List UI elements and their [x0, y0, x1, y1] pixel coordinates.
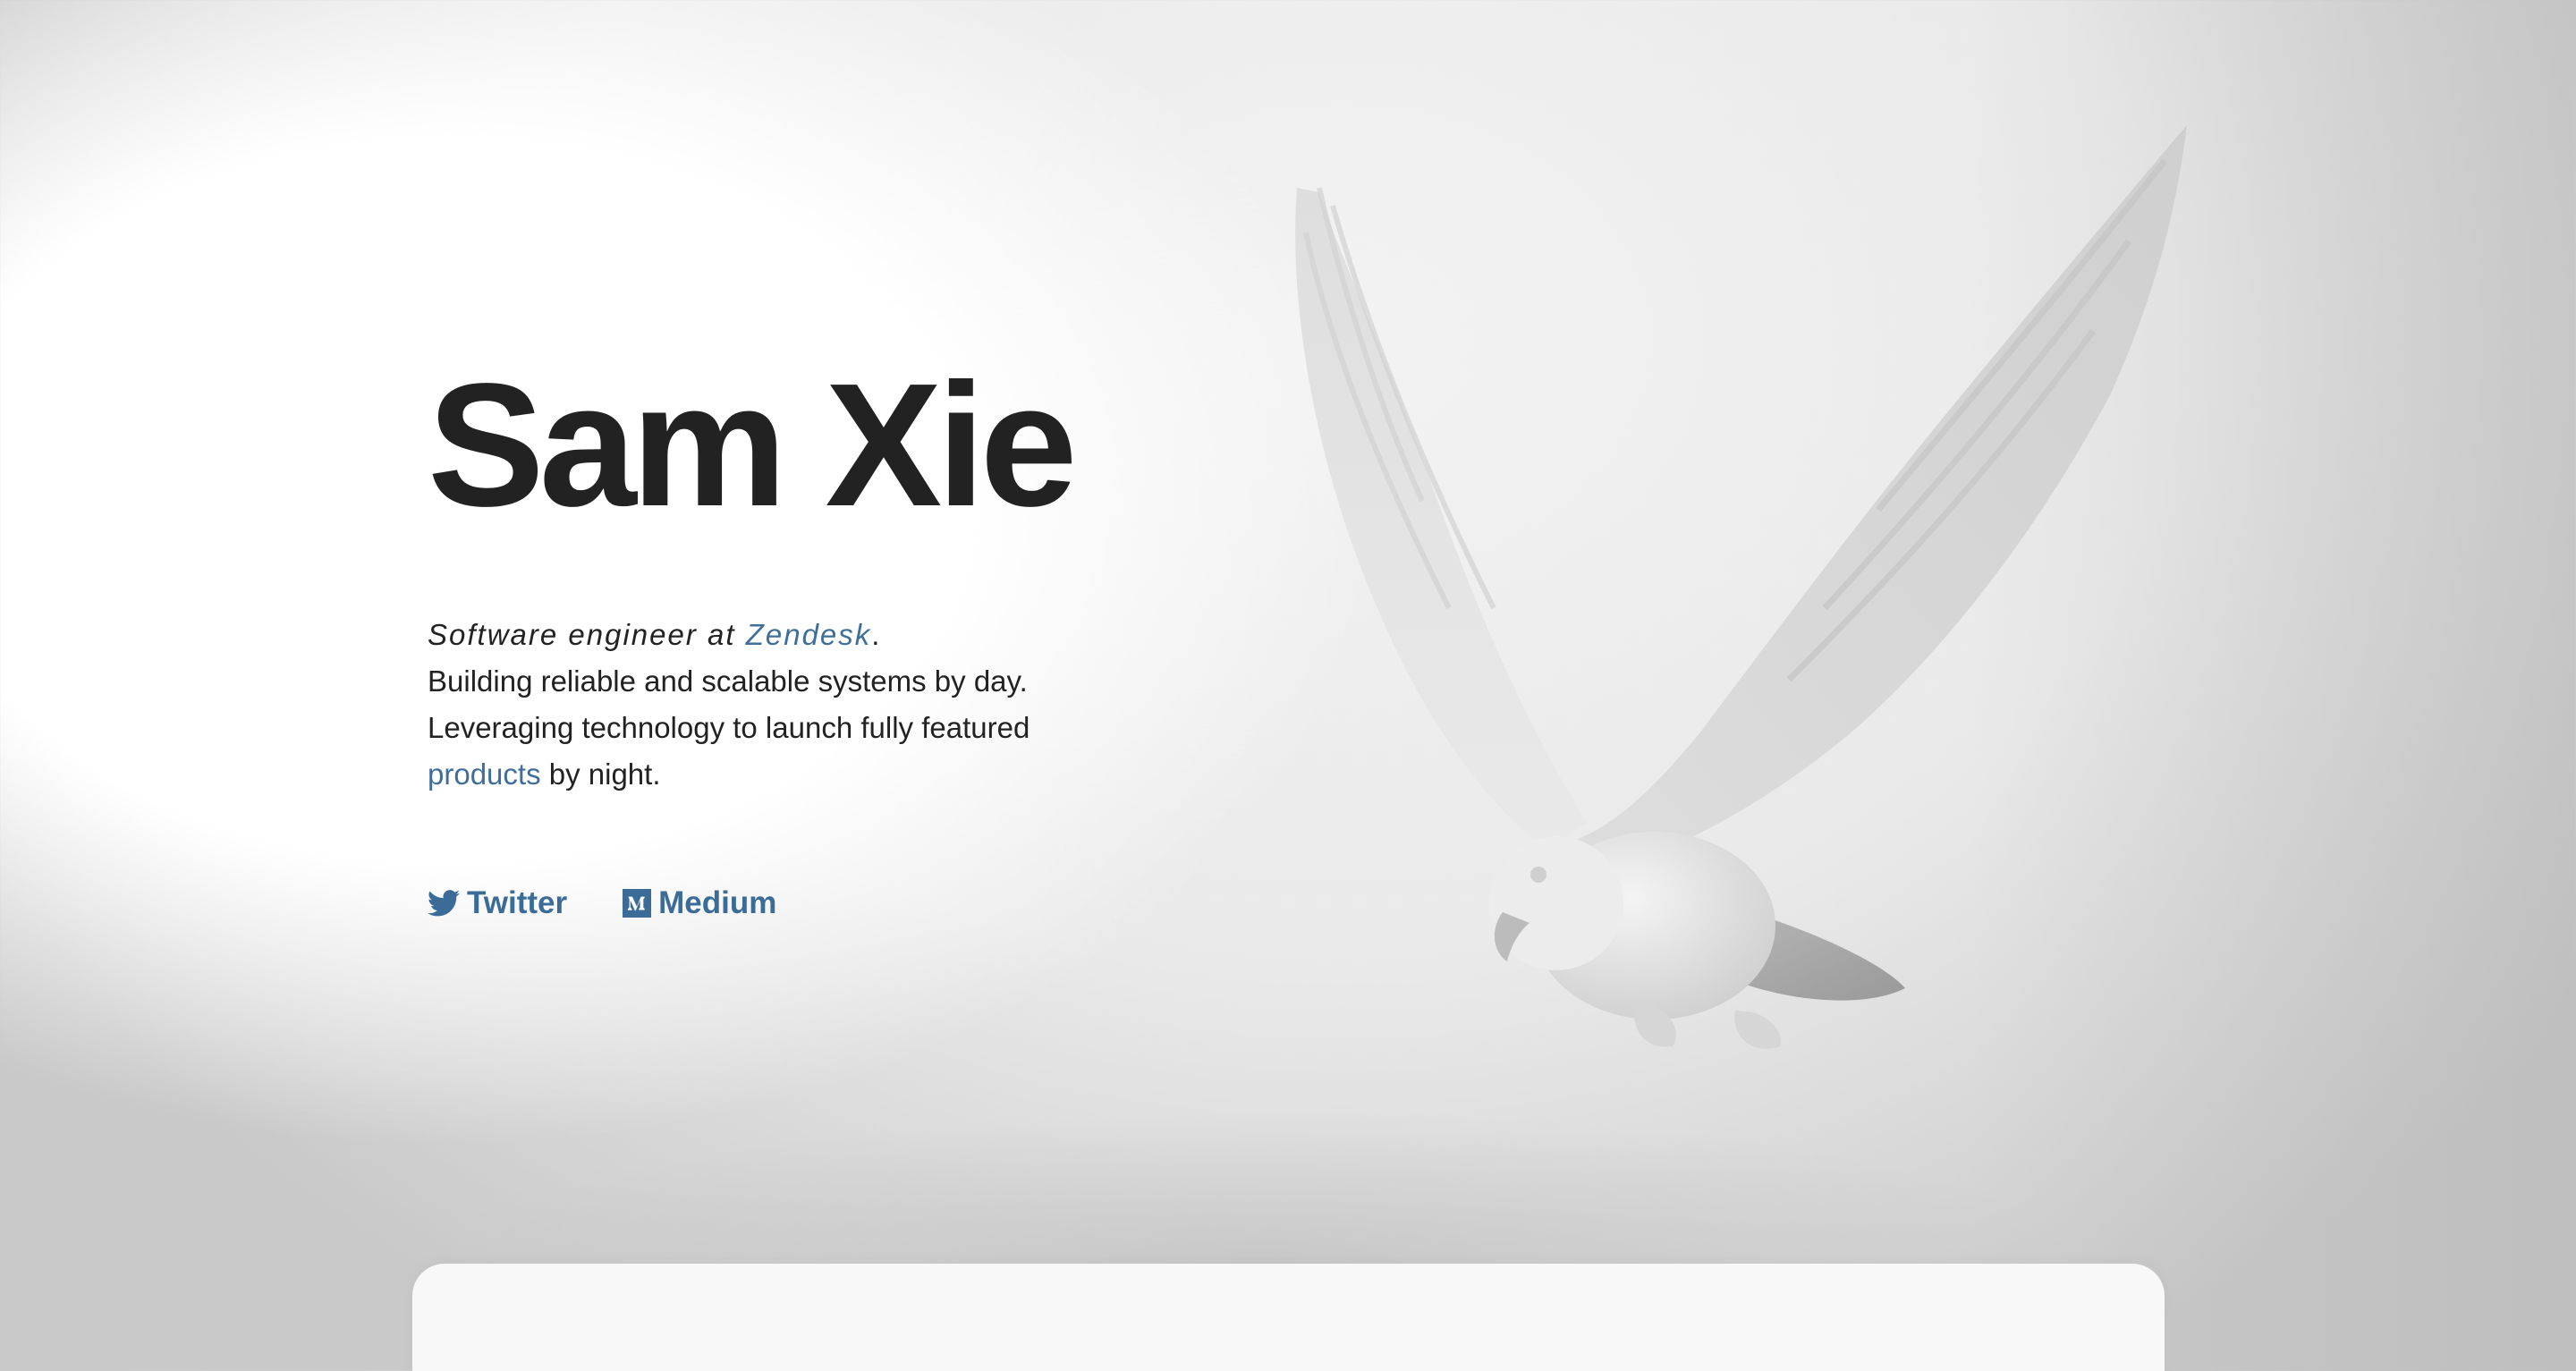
role-suffix: . [871, 618, 880, 651]
products-link[interactable]: products [428, 757, 541, 791]
social-links: Twitter Medium [428, 885, 1161, 921]
page-title: Sam Xie [428, 347, 1078, 543]
tagline-day: Building reliable and scalable systems b… [428, 664, 1028, 698]
medium-link[interactable]: Medium [623, 885, 776, 921]
tagline-night: Leveraging technology to launch fully fe… [428, 711, 1030, 744]
hero-section: Sam Xie Software engineer at Zendesk. Bu… [428, 358, 1161, 921]
medium-m-icon [623, 889, 652, 918]
twitter-label: Twitter [467, 885, 568, 920]
bird-illustration [1295, 125, 2187, 1049]
tagline-night-cont: products by night. [428, 751, 1161, 798]
role-text: Software engineer at [428, 618, 746, 651]
twitter-link[interactable]: Twitter [428, 885, 567, 921]
tagline-night-suffix: by night. [540, 757, 661, 791]
zendesk-link[interactable]: Zendesk [746, 618, 872, 651]
medium-label: Medium [658, 885, 777, 920]
tagline-role: Software engineer at Zendesk. [428, 612, 1161, 658]
tagline: Software engineer at Zendesk. Building r… [428, 612, 1161, 798]
content-card [412, 1264, 2165, 1371]
twitter-bird-icon [428, 890, 460, 917]
